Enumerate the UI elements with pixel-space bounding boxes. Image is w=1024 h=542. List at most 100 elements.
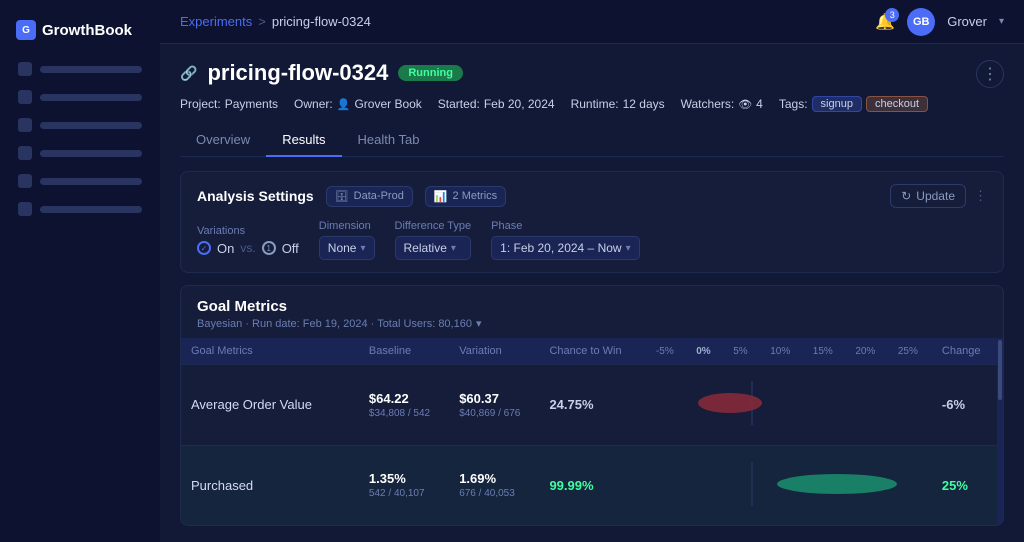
experiment-title: pricing-flow-0324 (207, 60, 388, 86)
chart-svg-negative (642, 381, 932, 425)
dimension-label: Dimension (319, 220, 375, 232)
app-logo[interactable]: G GrowthBook (0, 12, 160, 56)
data-source-label: Data-Prod (354, 190, 404, 202)
logo-icon: G (16, 20, 36, 40)
change-cell-1: -6% (932, 365, 997, 446)
analysis-actions: ↻ Update ⋮ (890, 184, 987, 208)
analysis-title: Analysis Settings (197, 188, 314, 204)
variation-value: ✓ On vs. 1 Off (197, 241, 299, 256)
data-source-badge: 🗄 Data-Prod (326, 186, 413, 207)
analysis-settings: Analysis Settings 🗄 Data-Prod 📊 2 Metric… (180, 171, 1004, 273)
baseline-icon: 1 (262, 241, 276, 255)
chevron-down-icon-2: ▾ (451, 243, 456, 254)
meta-project: Project: Payments (180, 97, 278, 111)
sidebar-item-reports[interactable] (8, 168, 152, 194)
chart-label-5: 5% (733, 346, 747, 357)
phase-select[interactable]: 1: Feb 20, 2024 – Now ▾ (491, 236, 639, 260)
chevron-down-icon: ▾ (360, 243, 365, 254)
tab-results[interactable]: Results (266, 124, 341, 157)
sidebar: G GrowthBook (0, 0, 160, 542)
experiment-header: 🔗 pricing-flow-0324 Running ⋮ (180, 60, 1004, 88)
list-icon (18, 118, 32, 132)
settings-more-button[interactable]: ⋮ (974, 188, 987, 204)
update-label: Update (916, 189, 955, 203)
notifications-button[interactable]: 🔔 3 (875, 12, 895, 32)
tag-signup[interactable]: signup (812, 96, 862, 112)
col-metric: Goal Metrics (181, 338, 359, 365)
meta-watchers: Watchers: 👁 4 (681, 97, 763, 111)
col-variation: Variation (449, 338, 539, 365)
link-icon: 🔗 (180, 65, 197, 82)
phase-group: Phase 1: Feb 20, 2024 – Now ▾ (491, 220, 639, 260)
chart-cell-2 (642, 445, 932, 525)
phase-value: 1: Feb 20, 2024 – Now (500, 241, 621, 255)
page-content: 🔗 pricing-flow-0324 Running ⋮ Project: P… (160, 44, 1024, 542)
scroll-indicator[interactable] (997, 338, 1003, 525)
total-users-dropdown[interactable]: ▾ (476, 317, 482, 330)
analysis-settings-row: Variations ✓ On vs. 1 Off Dimension None… (197, 220, 987, 260)
sidebar-item-settings[interactable] (8, 196, 152, 222)
variation-on: On (217, 241, 234, 256)
metric-name-1: Average Order Value (181, 365, 359, 446)
gear-icon (18, 202, 32, 216)
sidebar-item-flag[interactable] (8, 56, 152, 82)
refresh-icon: ↻ (901, 189, 911, 203)
col-baseline: Baseline (359, 338, 449, 365)
metrics-badge: 📊 2 Metrics (425, 186, 506, 207)
chart-label-10: 10% (770, 346, 790, 357)
chart-label-20: 20% (855, 346, 875, 357)
chart-cell-1 (642, 365, 932, 446)
topnav-right: 🔔 3 GB Grover ▾ (875, 8, 1004, 36)
chance-win-cell-2: 99.99% (539, 445, 641, 525)
experiment-meta: Project: Payments Owner: 👤 Grover Book S… (180, 96, 1004, 112)
notifications-badge: 3 (885, 8, 899, 22)
scroll-thumb[interactable] (998, 340, 1002, 400)
breadcrumb-experiments[interactable]: Experiments (180, 14, 252, 29)
variation-cell-2: 1.69% 676 / 40,053 (449, 445, 539, 525)
chart-label-neg5: -5% (656, 346, 674, 357)
tab-overview[interactable]: Overview (180, 124, 266, 157)
sidebar-item-experiments[interactable] (8, 84, 152, 110)
owner-value: Grover Book (354, 97, 421, 111)
database-icon: 🗄 (335, 190, 349, 203)
chart-svg-positive (642, 462, 932, 506)
more-options-button[interactable]: ⋮ (976, 60, 1004, 88)
sidebar-item-bar (40, 94, 142, 101)
watchers-label: Watchers: (681, 97, 735, 111)
tag-checkout[interactable]: checkout (866, 96, 928, 112)
user-dropdown-arrow[interactable]: ▾ (999, 16, 1004, 27)
breadcrumb-current: pricing-flow-0324 (272, 14, 371, 29)
runtime-label: Runtime: (571, 97, 619, 111)
sidebar-item-features[interactable] (8, 112, 152, 138)
diff-type-label: Difference Type (395, 220, 472, 232)
experiment-title-row: 🔗 pricing-flow-0324 Running (180, 60, 976, 86)
owner-label: Owner: (294, 97, 333, 111)
user-name[interactable]: Grover (947, 14, 987, 29)
sidebar-item-bar (40, 178, 142, 185)
variations-label: Variations (197, 225, 299, 237)
update-button[interactable]: ↻ Update (890, 184, 966, 208)
tab-health[interactable]: Health Tab (342, 124, 436, 157)
metric-name-2: Purchased (181, 445, 359, 525)
started-value: Feb 20, 2024 (484, 97, 555, 111)
meta-runtime: Runtime: 12 days (571, 97, 665, 111)
sidebar-item-metrics[interactable] (8, 140, 152, 166)
reports-icon (18, 174, 32, 188)
chart-icon (18, 146, 32, 160)
metrics-icon: 📊 (434, 190, 448, 203)
table-row: Average Order Value $64.22 $34,808 / 542… (181, 365, 997, 446)
baseline-off: Off (282, 241, 299, 256)
runtime-value: 12 days (623, 97, 665, 111)
col-chance-to-win: Chance to Win (539, 338, 641, 365)
dimension-group: Dimension None ▾ (319, 220, 375, 260)
sidebar-item-bar (40, 122, 142, 129)
dimension-select[interactable]: None ▾ (319, 236, 375, 260)
breadcrumb: Experiments > pricing-flow-0324 (180, 14, 371, 29)
breadcrumb-separator: > (258, 14, 266, 29)
goal-metrics-card: Goal Metrics Bayesian · Run date: Feb 19… (180, 285, 1004, 526)
goal-metrics-title: Goal Metrics (197, 298, 987, 315)
metrics-table: Goal Metrics Baseline Variation Chance t… (181, 338, 997, 525)
meta-tags: Tags: signup checkout (779, 96, 928, 112)
diff-type-select[interactable]: Relative ▾ (395, 236, 472, 260)
flask-icon (18, 90, 32, 104)
